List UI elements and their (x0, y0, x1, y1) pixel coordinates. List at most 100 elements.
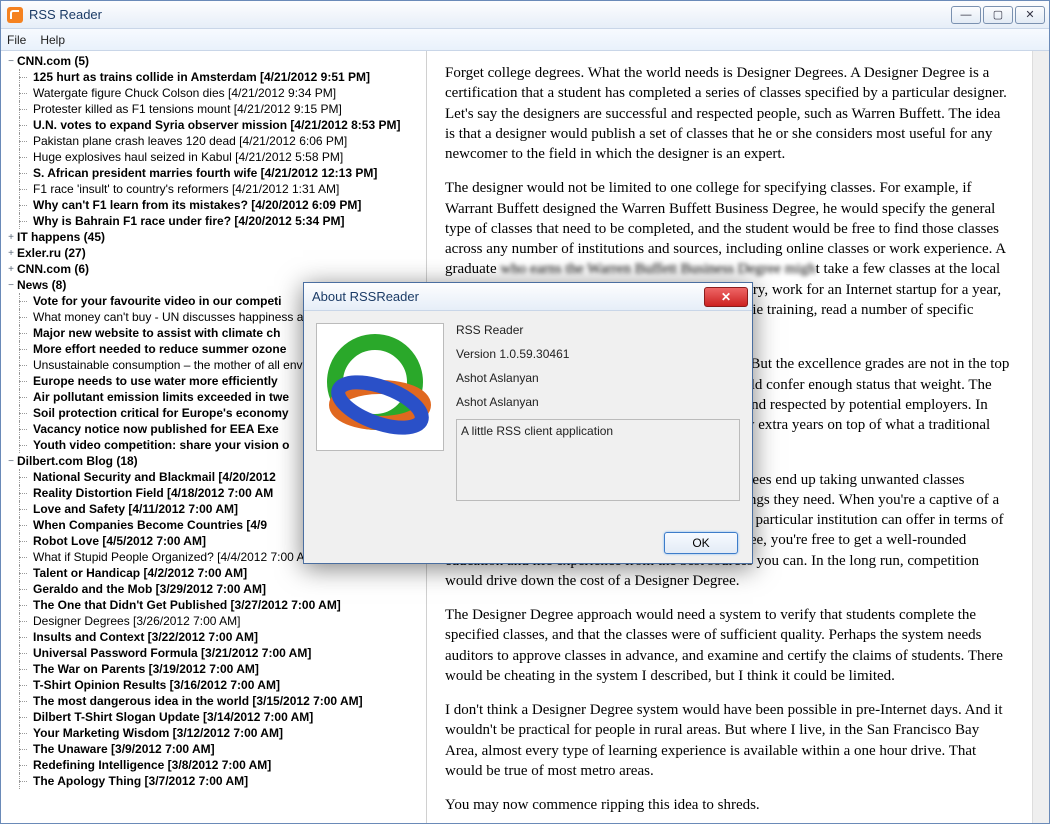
tree-label: Talent or Handicap [4/2/2012 7:00 AM] (33, 566, 247, 580)
feed-item[interactable]: Why can't F1 learn from its mistakes? [4… (3, 197, 426, 213)
tree-label: Redefining Intelligence [3/8/2012 7:00 A… (33, 758, 271, 772)
window-title: RSS Reader (29, 7, 951, 22)
feed-item[interactable]: Watergate figure Chuck Colson dies [4/21… (3, 85, 426, 101)
tree-label: Watergate figure Chuck Colson dies [4/21… (33, 86, 336, 100)
tree-label: IT happens (45) (17, 230, 105, 244)
feed-node[interactable]: +CNN.com (6) (3, 261, 426, 277)
feed-item[interactable]: Talent or Handicap [4/2/2012 7:00 AM] (3, 565, 426, 581)
feed-item[interactable]: Pakistan plane crash leaves 120 dead [4/… (3, 133, 426, 149)
tree-label: Air pollutant emission limits exceeded i… (33, 390, 289, 404)
tree-expander[interactable]: − (5, 280, 17, 291)
tree-label: Major new website to assist with climate… (33, 326, 280, 340)
app-icon (7, 7, 23, 23)
tree-expander[interactable]: + (5, 264, 17, 275)
close-button[interactable]: ✕ (1015, 6, 1045, 24)
feed-item[interactable]: F1 race 'insult' to country's reformers … (3, 181, 426, 197)
feed-item[interactable]: Insults and Context [3/22/2012 7:00 AM] (3, 629, 426, 645)
feed-item[interactable]: Universal Password Formula [3/21/2012 7:… (3, 645, 426, 661)
menu-help[interactable]: Help (40, 33, 65, 47)
tree-label: Youth video competition: share your visi… (33, 438, 289, 452)
feed-node[interactable]: +Exler.ru (27) (3, 245, 426, 261)
feed-item[interactable]: Dilbert T-Shirt Slogan Update [3/14/2012… (3, 709, 426, 725)
tree-label: What if Stupid People Organized? [4/4/20… (33, 550, 305, 564)
feed-item[interactable]: U.N. votes to expand Syria observer miss… (3, 117, 426, 133)
feed-item[interactable]: The most dangerous idea in the world [3/… (3, 693, 426, 709)
tree-label: The One that Didn't Get Published [3/27/… (33, 598, 341, 612)
feed-item[interactable]: Your Marketing Wisdom [3/12/2012 7:00 AM… (3, 725, 426, 741)
tree-label: Vacancy notice now published for EEA Exe (33, 422, 279, 436)
ok-button[interactable]: OK (664, 532, 738, 554)
menubar: File Help (1, 29, 1049, 51)
feed-item[interactable]: Huge explosives haul seized in Kabul [4/… (3, 149, 426, 165)
tree-label: Unsustainable consumption – the mother o… (33, 358, 309, 372)
feed-item[interactable]: 125 hurt as trains collide in Amsterdam … (3, 69, 426, 85)
about-author: Ashot Aslanyan (456, 395, 740, 409)
about-version: Version 1.0.59.30461 (456, 347, 740, 361)
tree-label: The Apology Thing [3/7/2012 7:00 AM] (33, 774, 248, 788)
feed-item[interactable]: The War on Parents [3/19/2012 7:00 AM] (3, 661, 426, 677)
dialog-footer: OK (304, 523, 752, 563)
feed-item[interactable]: The One that Didn't Get Published [3/27/… (3, 597, 426, 613)
about-dialog: About RSSReader ✕ RSS Reader Version 1.0… (303, 282, 753, 564)
article-paragraph: I don't think a Designer Degree system w… (445, 700, 1014, 781)
tree-label: Pakistan plane crash leaves 120 dead [4/… (33, 134, 347, 148)
tree-expander[interactable]: + (5, 248, 17, 259)
tree-label: Dilbert T-Shirt Slogan Update [3/14/2012… (33, 710, 313, 724)
tree-label: Why is Bahrain F1 race under fire? [4/20… (33, 214, 344, 228)
tree-label: When Companies Become Countries [4/9 (33, 518, 267, 532)
tree-label: The most dangerous idea in the world [3/… (33, 694, 363, 708)
tree-label: Dilbert.com Blog (18) (17, 454, 138, 468)
tree-label: More effort needed to reduce summer ozon… (33, 342, 286, 356)
feed-node[interactable]: −CNN.com (5) (3, 53, 426, 69)
tree-label: CNN.com (5) (17, 54, 89, 68)
tree-label: Robot Love [4/5/2012 7:00 AM] (33, 534, 206, 548)
feed-item[interactable]: The Apology Thing [3/7/2012 7:00 AM] (3, 773, 426, 789)
feed-item[interactable]: Why is Bahrain F1 race under fire? [4/20… (3, 213, 426, 229)
dialog-info: RSS Reader Version 1.0.59.30461 Ashot As… (456, 323, 740, 511)
dialog-title: About RSSReader (312, 289, 419, 304)
menu-file[interactable]: File (7, 33, 26, 47)
feed-item[interactable]: S. African president marries fourth wife… (3, 165, 426, 181)
tree-label: The Unaware [3/9/2012 7:00 AM] (33, 742, 215, 756)
vertical-scrollbar[interactable] (1032, 51, 1049, 823)
tree-label: Reality Distortion Field [4/18/2012 7:00… (33, 486, 273, 500)
tree-label: S. African president marries fourth wife… (33, 166, 377, 180)
dialog-body: RSS Reader Version 1.0.59.30461 Ashot As… (304, 311, 752, 523)
tree-label: News (8) (17, 278, 66, 292)
tree-label: Geraldo and the Mob [3/29/2012 7:00 AM] (33, 582, 266, 596)
tree-label: CNN.com (6) (17, 262, 89, 276)
tree-label: Huge explosives haul seized in Kabul [4/… (33, 150, 343, 164)
tree-expander[interactable]: + (5, 232, 17, 243)
feed-item[interactable]: Geraldo and the Mob [3/29/2012 7:00 AM] (3, 581, 426, 597)
tree-label: Why can't F1 learn from its mistakes? [4… (33, 198, 361, 212)
feed-item[interactable]: Redefining Intelligence [3/8/2012 7:00 A… (3, 757, 426, 773)
tree-label: Insults and Context [3/22/2012 7:00 AM] (33, 630, 258, 644)
tree-label: Soil protection critical for Europe's ec… (33, 406, 289, 420)
tree-label: The War on Parents [3/19/2012 7:00 AM] (33, 662, 259, 676)
tree-expander[interactable]: − (5, 456, 17, 467)
titlebar[interactable]: RSS Reader — ▢ ✕ (1, 1, 1049, 29)
tree-expander[interactable]: − (5, 56, 17, 67)
about-description: A little RSS client application (456, 419, 740, 501)
about-author: Ashot Aslanyan (456, 371, 740, 385)
tree-label: Your Marketing Wisdom [3/12/2012 7:00 AM… (33, 726, 283, 740)
app-logo (316, 323, 444, 451)
feed-item[interactable]: Protester killed as F1 tensions mount [4… (3, 101, 426, 117)
tree-label: Love and Safety [4/11/2012 7:00 AM] (33, 502, 238, 516)
tree-label: Vote for your favourite video in our com… (33, 294, 281, 308)
tree-label: 125 hurt as trains collide in Amsterdam … (33, 70, 370, 84)
article-paragraph: You may now commence ripping this idea t… (445, 795, 1014, 815)
minimize-button[interactable]: — (951, 6, 981, 24)
tree-label: F1 race 'insult' to country's reformers … (33, 182, 339, 196)
app-window: RSS Reader — ▢ ✕ File Help −CNN.com (5)1… (0, 0, 1050, 824)
dialog-titlebar[interactable]: About RSSReader ✕ (304, 283, 752, 311)
window-buttons: — ▢ ✕ (951, 6, 1045, 24)
tree-label: U.N. votes to expand Syria observer miss… (33, 118, 400, 132)
feed-node[interactable]: +IT happens (45) (3, 229, 426, 245)
feed-item[interactable]: Designer Degrees [3/26/2012 7:00 AM] (3, 613, 426, 629)
feed-item[interactable]: The Unaware [3/9/2012 7:00 AM] (3, 741, 426, 757)
tree-label: Universal Password Formula [3/21/2012 7:… (33, 646, 311, 660)
feed-item[interactable]: T-Shirt Opinion Results [3/16/2012 7:00 … (3, 677, 426, 693)
maximize-button[interactable]: ▢ (983, 6, 1013, 24)
dialog-close-button[interactable]: ✕ (704, 287, 748, 307)
